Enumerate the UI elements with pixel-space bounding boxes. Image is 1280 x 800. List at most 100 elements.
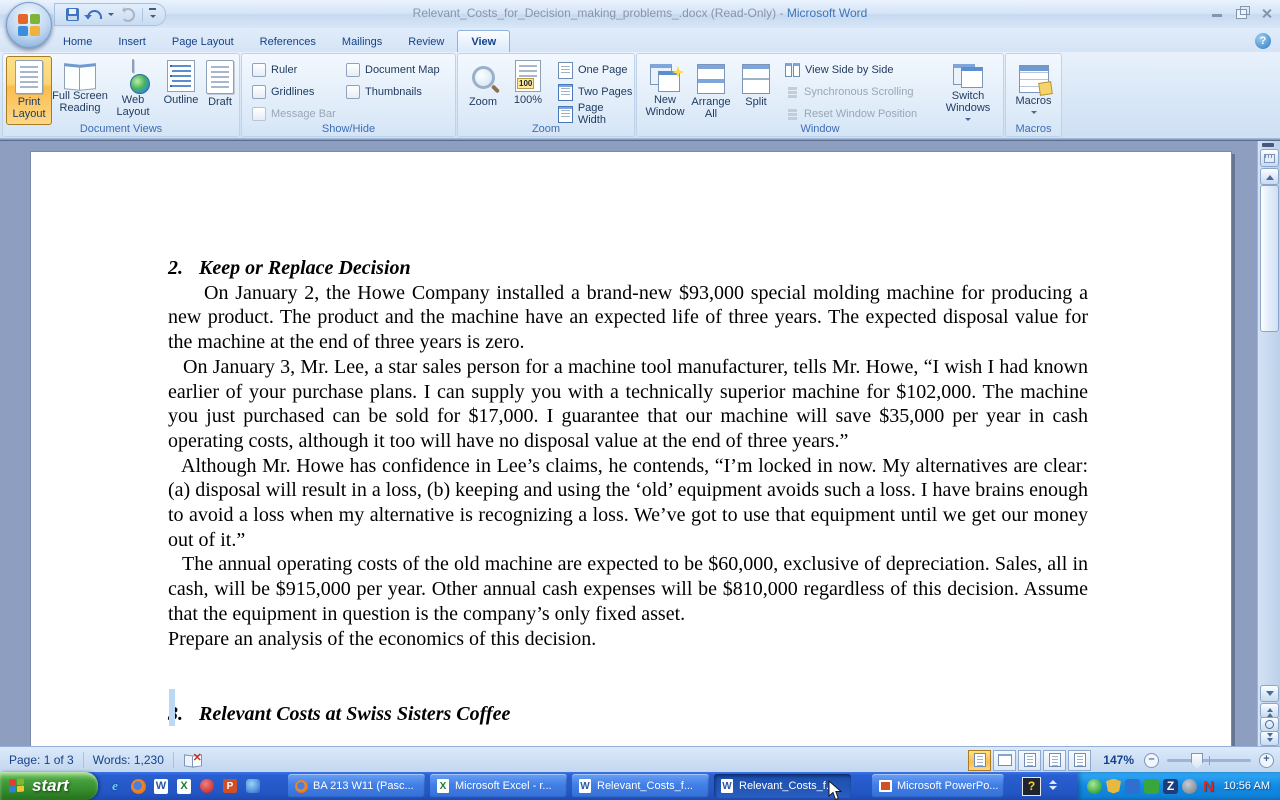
tab-home[interactable]: Home xyxy=(50,31,105,52)
key-icon[interactable] xyxy=(199,778,215,794)
taskbar: start e W X P BA 213 W11 (Pasc... X Micr… xyxy=(0,772,1280,800)
view-side-by-side-button[interactable]: View Side by Side xyxy=(785,61,893,79)
paragraph[interactable]: On January 3, Mr. Lee, a star sales pers… xyxy=(168,355,1088,454)
excel-icon: X xyxy=(436,779,450,793)
document-map-checkbox[interactable] xyxy=(346,63,360,77)
group-zoom: Zoom 100% One Page Two Pages Page Width … xyxy=(457,53,635,137)
draft-view-button[interactable] xyxy=(1068,750,1091,771)
macros-button[interactable]: Macros xyxy=(1011,57,1056,124)
split-button[interactable]: Split xyxy=(736,57,776,124)
tab-mailings[interactable]: Mailings xyxy=(329,31,395,52)
draft-button[interactable]: Draft xyxy=(202,57,238,124)
heading-swiss-sisters[interactable]: 3.Relevant Costs at Swiss Sisters Coffee xyxy=(168,702,1088,727)
shield-icon[interactable] xyxy=(1106,779,1121,794)
full-screen-view-button[interactable] xyxy=(993,750,1016,771)
help-window-icon[interactable] xyxy=(1022,777,1041,796)
scrollbar-thumb[interactable] xyxy=(1260,185,1279,332)
print-layout-view-button[interactable] xyxy=(968,750,991,771)
paragraph[interactable]: Although Mr. Howe has confidence in Lee’… xyxy=(168,454,1088,553)
zoom-button[interactable]: Zoom xyxy=(462,57,504,124)
split-handle[interactable] xyxy=(1262,143,1274,147)
word-count[interactable]: Words: 1,230 xyxy=(84,753,173,767)
close-button[interactable] xyxy=(1261,8,1272,19)
paragraph[interactable]: Prepare an analysis of the economics of … xyxy=(168,627,1088,652)
undo-button[interactable] xyxy=(86,7,102,23)
taskbar-button-firefox[interactable]: BA 213 W11 (Pasc... xyxy=(288,774,425,798)
page-indicator[interactable]: Page: 1 of 3 xyxy=(0,753,83,767)
print-layout-button[interactable]: Print Layout xyxy=(6,56,52,125)
msn-icon[interactable] xyxy=(245,778,261,794)
page-width-button[interactable]: Page Width xyxy=(558,105,634,123)
next-page-button[interactable] xyxy=(1260,731,1279,746)
zonealarm-icon[interactable]: Z xyxy=(1163,779,1178,794)
proofing-errors-icon[interactable] xyxy=(184,753,202,767)
gridlines-checkbox[interactable] xyxy=(252,85,266,99)
taskbar-clock[interactable]: 10:56 AM xyxy=(1224,780,1274,792)
office-button[interactable] xyxy=(6,2,52,48)
thumbnails-checkbox-row[interactable]: Thumbnails xyxy=(346,83,422,101)
messenger-icon[interactable] xyxy=(1087,779,1102,794)
scroll-down-button[interactable] xyxy=(1260,685,1279,702)
zoom-slider-thumb[interactable] xyxy=(1191,753,1203,770)
tab-insert[interactable]: Insert xyxy=(105,31,159,52)
zoom-100-button[interactable]: 100% xyxy=(506,57,550,124)
ruler-checkbox-row[interactable]: Ruler xyxy=(252,61,297,79)
tools-icon[interactable] xyxy=(1125,779,1140,794)
switch-windows-icon xyxy=(953,64,983,88)
full-screen-reading-button[interactable]: Full Screen Reading xyxy=(52,57,108,124)
undo-dropdown-caret[interactable] xyxy=(108,13,114,19)
gridlines-checkbox-row[interactable]: Gridlines xyxy=(252,83,314,101)
help-icon[interactable] xyxy=(1255,33,1271,49)
taskbar-button-word-1[interactable]: W Relevant_Costs_f... xyxy=(572,774,709,798)
tab-view[interactable]: View xyxy=(457,30,510,52)
zoom-in-button[interactable]: + xyxy=(1259,753,1274,768)
internet-explorer-icon[interactable]: e xyxy=(107,778,123,794)
view-ruler-toggle-button[interactable] xyxy=(1260,149,1279,167)
heading-keep-or-replace[interactable]: 2.Keep or Replace Decision xyxy=(168,256,1088,281)
zoom-out-button[interactable]: – xyxy=(1144,753,1159,768)
tab-references[interactable]: References xyxy=(247,31,329,52)
word-application-window: Relevant_Costs_for_Decision_making_probl… xyxy=(0,0,1280,800)
two-pages-button[interactable]: Two Pages xyxy=(558,83,632,101)
taskbar-button-excel[interactable]: X Microsoft Excel - r... xyxy=(430,774,567,798)
save-button[interactable] xyxy=(64,7,80,23)
switch-windows-button[interactable]: Switch Windows xyxy=(937,57,999,124)
scroll-up-button[interactable] xyxy=(1260,168,1279,185)
firefox-icon[interactable] xyxy=(130,778,146,794)
restore-button[interactable] xyxy=(1236,9,1247,19)
zoom-slider-track[interactable] xyxy=(1167,759,1251,762)
select-browse-object-button[interactable] xyxy=(1260,717,1279,732)
one-page-button[interactable]: One Page xyxy=(558,61,628,79)
taskbar-chevron-icon[interactable] xyxy=(1049,778,1057,792)
previous-page-button[interactable] xyxy=(1260,703,1279,718)
customize-qat-button[interactable] xyxy=(149,8,156,21)
tab-review[interactable]: Review xyxy=(395,31,457,52)
status-bar: Page: 1 of 3 Words: 1,230 147% – + xyxy=(0,746,1280,773)
zoom-level[interactable]: 147% xyxy=(1103,753,1134,767)
paragraph[interactable]: On January 2, the Howe Company installed… xyxy=(168,281,1088,355)
antivirus-icon[interactable] xyxy=(1144,779,1159,794)
outline-view-button[interactable] xyxy=(1043,750,1066,771)
web-layout-view-button[interactable] xyxy=(1018,750,1041,771)
powerpoint-icon[interactable]: P xyxy=(222,778,238,794)
tab-page-layout[interactable]: Page Layout xyxy=(159,31,247,52)
netsupport-icon[interactable]: N xyxy=(1201,779,1216,794)
start-button[interactable]: start xyxy=(0,772,98,800)
excel-icon[interactable]: X xyxy=(176,778,192,794)
word-icon[interactable]: W xyxy=(153,778,169,794)
new-window-button[interactable]: New Window xyxy=(642,57,688,124)
taskbar-button-powerpoint[interactable]: Microsoft PowerPo... xyxy=(872,774,1004,798)
redo-button[interactable] xyxy=(120,7,136,23)
outline-button[interactable]: Outline xyxy=(158,57,204,124)
ruler-checkbox[interactable] xyxy=(252,63,266,77)
web-layout-button[interactable]: Web Layout xyxy=(110,57,156,124)
vertical-scrollbar[interactable] xyxy=(1257,141,1280,747)
volume-icon[interactable] xyxy=(1182,779,1197,794)
thumbnails-checkbox[interactable] xyxy=(346,85,360,99)
system-tray: Z N 10:56 AM xyxy=(1077,772,1280,800)
document-page[interactable]: 2.Keep or Replace Decision On January 2,… xyxy=(30,151,1232,747)
paragraph[interactable]: The annual operating costs of the old ma… xyxy=(168,552,1088,626)
arrange-all-button[interactable]: Arrange All xyxy=(688,57,734,124)
minimize-button[interactable] xyxy=(1212,14,1222,17)
document-map-checkbox-row[interactable]: Document Map xyxy=(346,61,440,79)
